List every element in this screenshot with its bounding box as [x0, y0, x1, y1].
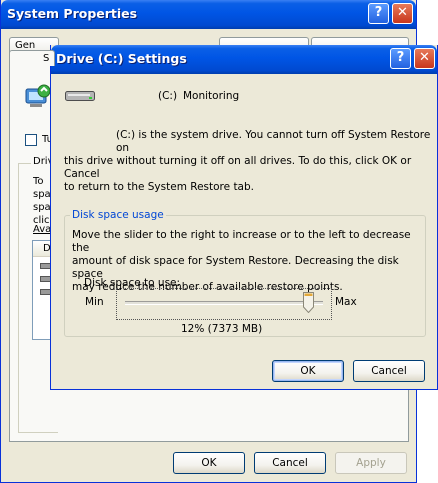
drive-desc-line-2: spa: [33, 189, 51, 200]
system-properties-title: System Properties: [7, 6, 138, 21]
drive-desc-line-3: spa: [33, 202, 51, 213]
drive-desc-line-1: To: [33, 176, 44, 187]
slider-max-label: Max: [335, 296, 357, 308]
help-button[interactable]: ?: [368, 3, 389, 24]
system-restore-icon: [24, 83, 52, 109]
system-drive-message: (C:) is the system drive. You cannot tur…: [64, 129, 434, 194]
tab-system-restore[interactable]: S: [9, 50, 55, 66]
disk-usage-desc-line-1: Move the slider to the right to increase…: [72, 229, 411, 254]
close-icon: ✕: [397, 5, 408, 20]
close-button[interactable]: ✕: [392, 3, 413, 24]
available-drives-label: Ava: [33, 224, 52, 235]
drive-name: (C:): [158, 90, 178, 102]
slider-min-label: Min: [85, 296, 104, 308]
hard-drive-icon: [65, 91, 95, 101]
tab-system-restore-label: S: [43, 53, 50, 64]
message-line-1: (C:) is the system drive. You cannot tur…: [116, 129, 431, 154]
system-properties-titlebar[interactable]: System Properties ? ✕: [1, 0, 416, 29]
drive-settings-titlebar[interactable]: Drive (C:) Settings ? ✕: [51, 45, 437, 74]
drive-status: Monitoring: [183, 90, 240, 102]
sysprops-ok-button[interactable]: OK: [173, 452, 245, 474]
slider-track: [125, 301, 323, 305]
help-icon: ?: [396, 50, 405, 65]
disk-space-usage-group: Disk space usage Move the slider to the …: [64, 209, 426, 337]
close-icon: ✕: [419, 50, 430, 65]
dialog-help-button[interactable]: ?: [390, 48, 411, 69]
drive-settings-dialog: Drive (C:) Settings ? ✕ (C:) Monitoring …: [50, 45, 438, 390]
message-line-3: to return to the System Restore tab.: [64, 181, 254, 193]
slider-thumb[interactable]: [303, 292, 314, 314]
dialog-cancel-button[interactable]: Cancel: [353, 360, 425, 382]
drive-settings-title: Drive (C:) Settings: [56, 51, 187, 66]
disk-space-value: 12% (7373 MB): [181, 323, 263, 335]
sysprops-cancel-button[interactable]: Cancel: [254, 452, 326, 474]
sysprops-apply-button[interactable]: Apply: [335, 452, 407, 474]
dialog-ok-button[interactable]: OK: [272, 360, 344, 382]
dialog-close-button[interactable]: ✕: [414, 48, 435, 69]
disk-space-usage-label: Disk space usage: [70, 209, 166, 221]
turn-off-checkbox[interactable]: [25, 134, 37, 146]
disk-space-slider[interactable]: [116, 288, 332, 320]
help-icon: ?: [374, 5, 383, 20]
message-line-2: this drive without turning it off on all…: [64, 155, 412, 180]
